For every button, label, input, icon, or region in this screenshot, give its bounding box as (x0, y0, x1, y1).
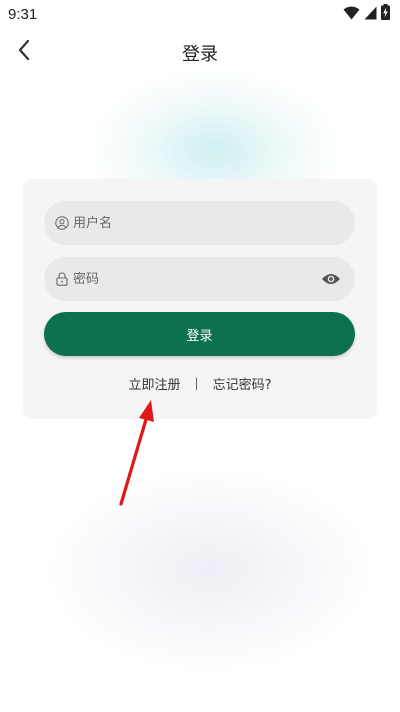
app-header: 登录 (0, 28, 400, 76)
login-card: 登录 立即注册 | 忘记密码? (23, 179, 377, 419)
wifi-icon (343, 5, 360, 24)
page-title: 登录 (182, 44, 218, 65)
background-glow-bottom (50, 470, 370, 670)
battery-charging-icon (381, 4, 390, 24)
password-input[interactable] (73, 271, 313, 287)
username-field[interactable] (44, 201, 355, 245)
lock-icon (55, 272, 69, 286)
signal-icon (364, 5, 377, 24)
password-field[interactable] (44, 257, 355, 301)
links-separator: | (194, 376, 199, 390)
login-button[interactable]: 登录 (44, 312, 355, 356)
annotation-arrow-icon (119, 400, 154, 506)
status-bar: 9:31 (0, 0, 400, 28)
register-link[interactable]: 立即注册 (129, 374, 181, 393)
eye-icon[interactable] (321, 270, 341, 288)
status-icons (343, 4, 390, 24)
forgot-password-link[interactable]: 忘记密码? (213, 374, 272, 393)
user-icon (55, 216, 69, 230)
status-time: 9:31 (8, 5, 38, 23)
username-input[interactable] (73, 215, 313, 231)
auth-links: 立即注册 | 忘记密码? (23, 372, 377, 394)
